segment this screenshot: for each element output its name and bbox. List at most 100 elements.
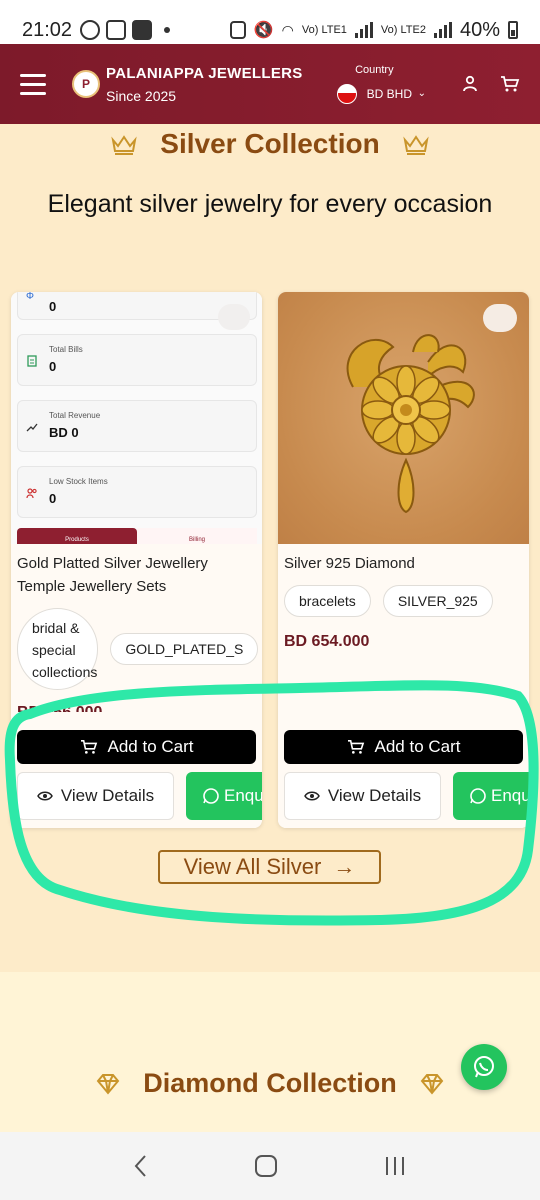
country-label: Country [355,64,394,76]
whatsapp-fab-button[interactable] [461,1044,507,1090]
stat-card: Total Revenue BD 0 [17,400,257,452]
cart-icon[interactable] [500,74,520,94]
silver-section-heading: Silver Collection [0,128,540,160]
product-card[interactable]: Φ 0 Total Bills 0 Total Revenue BD 0 Low… [11,292,262,828]
brand[interactable]: PALANIAPPA JEWELLERS Since 2025 [106,65,303,104]
product-image[interactable]: Φ 0 Total Bills 0 Total Revenue BD 0 Low… [11,292,262,544]
preview-tab-products: Products [17,528,137,544]
product-tags: bridal & special collections GOLD_PLATED… [11,598,262,690]
notification-icons [80,20,171,40]
stat-label: Total Revenue [49,411,101,420]
menu-icon[interactable] [20,73,46,95]
enquire-label: Enqu [491,786,529,805]
preview-tabs: Products Billing [17,528,257,544]
crown-icon [111,135,137,155]
user-icon[interactable] [460,74,480,94]
arrow-right-icon: → [333,854,356,879]
stat-label: Total Bills [49,345,83,354]
section-subtitle: Elegant silver jewelry for every occasio… [47,190,493,218]
diamond-icon [96,1073,120,1095]
crown-icon [403,135,429,155]
view-details-label: View Details [60,786,155,805]
view-all-silver-button[interactable]: View All Silver → [158,850,381,884]
view-details-button[interactable]: View Details [284,772,441,820]
stat-value: 0 [49,299,57,314]
diamond-section-heading: Diamond Collection [0,1068,540,1099]
product-price: BD 654.000 [284,633,370,650]
bill-icon [27,355,37,367]
battery-percent: 40% [459,18,500,41]
logo-letter: P [81,77,90,91]
enquire-whatsapp-button[interactable]: Enqu [453,772,529,820]
view-details-button[interactable]: View Details [17,772,174,820]
mute-icon: 🔇 [253,22,274,39]
eye-icon [36,791,53,801]
cart-icon [80,739,97,754]
battery-icon [508,21,518,39]
add-to-cart-button[interactable]: Add to Cart [17,730,256,764]
network-1-label: Vo) LTE1 [301,24,347,36]
view-all-label: View All Silver [183,854,322,879]
stat-value: 0 [49,491,57,506]
material-tag[interactable]: SILVER_925 [382,585,493,617]
system-icons: 🔇 ◠ Vo) LTE1 Vo) LTE2 40% [229,18,518,42]
signal-2-icon [433,22,452,38]
preview-tab-billing: Billing [137,528,257,544]
users-icon [26,488,37,499]
diamond-title: Diamond Collection [143,1068,397,1098]
favorite-button[interactable] [483,304,517,332]
favorite-button[interactable] [218,304,250,330]
enquire-label: Enqu [224,786,262,805]
cart-icon [347,739,364,754]
whatsapp-notification-icon [80,20,101,40]
category-tag[interactable]: bridal & special collections [17,608,99,690]
section-title: Silver Collection [160,128,380,159]
diamond-section [0,972,540,1132]
product-price: BD 966.000 [11,690,262,712]
back-icon[interactable] [133,1154,149,1178]
chevron-down-icon: ⌄ [417,88,426,99]
recent-apps-icon[interactable] [383,1155,407,1177]
trending-icon [26,423,38,432]
country-value: BD BHD [366,87,412,101]
stat-value: 0 [49,359,57,374]
category-tag[interactable]: bracelets [284,585,371,617]
product-image[interactable] [278,292,529,544]
stat-card: Total Bills 0 [17,334,257,386]
enquire-whatsapp-button[interactable]: Enqu [186,772,262,820]
status-time: 21:02 [22,18,73,41]
flag-icon [336,84,357,104]
whatsapp-icon [470,788,486,804]
add-to-cart-label: Add to Cart [107,737,194,756]
product-card[interactable]: Silver 925 Diamond bracelets SILVER_925 … [278,292,529,828]
brand-logo[interactable]: P [72,70,100,98]
stat-icon: Φ [26,292,34,302]
network-2-label: Vo) LTE2 [380,24,426,36]
product-title[interactable]: Silver 925 Diamond [278,544,529,575]
product-tags: bracelets SILVER_925 [278,575,529,617]
whatsapp-icon [474,1056,494,1078]
brand-since: Since 2025 [106,87,177,104]
app-header: P PALANIAPPA JEWELLERS Since 2025 Countr… [0,44,540,124]
eye-icon [303,791,320,801]
wifi-icon: ◠ [281,21,294,38]
gallery-notification-icon [106,20,127,40]
stat-card: Low Stock Items 0 [17,466,257,518]
view-details-label: View Details [327,786,422,805]
brand-name: PALANIAPPA JEWELLERS [106,64,303,82]
s-app-notification-icon [132,20,153,40]
add-to-cart-button[interactable]: Add to Cart [284,730,523,764]
stat-label: Low Stock Items [49,477,108,486]
product-title[interactable]: Gold Platted Silver Jewellery Temple Jew… [11,544,262,598]
system-nav-bar [0,1132,540,1200]
country-selector[interactable]: Country BD BHD ⌄ [336,64,426,104]
more-notifications-dot [164,27,171,33]
add-to-cart-label: Add to Cart [374,737,461,756]
stat-value: BD 0 [49,425,79,440]
alarm-icon [229,21,246,39]
whatsapp-icon [203,788,219,804]
signal-1-icon [354,22,373,38]
home-icon[interactable] [254,1154,278,1178]
diamond-icon [420,1073,444,1095]
material-tag[interactable]: GOLD_PLATED_S [110,633,259,665]
